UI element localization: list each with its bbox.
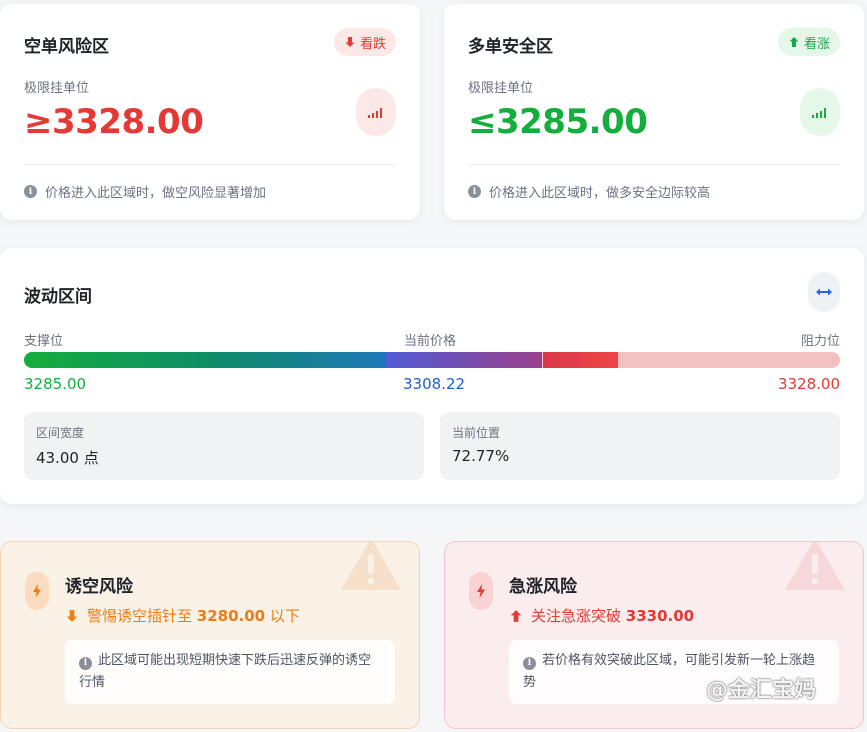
long-zone-note: i 价格进入此区域时，做多安全边际较高	[468, 182, 710, 201]
range-width-box: 区间宽度 43.00 点	[24, 412, 424, 480]
short-zone-title: 空单风险区	[24, 37, 109, 57]
current-position-label: 当前位置	[452, 426, 501, 440]
support-label: 支撑位	[24, 334, 64, 349]
short-zone-label: 极限挂单位	[24, 81, 90, 96]
range-bar-current-segment	[386, 352, 543, 368]
divider	[24, 164, 396, 165]
range-bar-resistance-segment	[543, 352, 618, 368]
range-width-value: 43.00 点	[36, 449, 99, 467]
signal-icon	[356, 88, 396, 136]
current-position-box: 当前位置 72.77%	[440, 412, 840, 480]
bear-trap-risk-card: 诱空风险 警惕诱空插针至 3280.00 以下 i 此区域可能出现短期快速下跌后迅…	[0, 541, 420, 729]
range-bar-support-segment	[24, 352, 387, 368]
sharp-rally-alert-price: 3330.00	[625, 607, 695, 625]
bear-trap-risk-alert: 警惕诱空插针至 3280.00 以下	[65, 605, 300, 626]
watermark: @金汇宝妈	[706, 678, 817, 703]
bullish-badge: 看涨	[777, 28, 840, 56]
sharp-rally-alert-prefix: 关注急涨突破	[531, 607, 622, 625]
arrow-up-icon	[789, 37, 799, 47]
info-icon: i	[79, 656, 92, 670]
resistance-value: 3328.00	[777, 375, 840, 393]
short-risk-zone-card: 空单风险区 看跌 极限挂单位 ≥3328.00 i 价格进入此区域时，做空风险显…	[0, 4, 420, 220]
divider	[468, 164, 840, 165]
short-zone-note: i 价格进入此区域时，做空风险显著增加	[24, 182, 266, 201]
swap-horizontal-icon	[816, 288, 832, 296]
bear-trap-alert-prefix: 警惕诱空插针至	[87, 607, 193, 625]
info-icon: i	[523, 656, 536, 670]
short-zone-note-text: 价格进入此区域时，做空风险显著增加	[45, 186, 267, 201]
arrow-down-icon	[66, 609, 78, 622]
bear-trap-alert-suffix: 以下	[269, 607, 300, 625]
short-zone-price: ≥3328.00	[24, 102, 204, 142]
long-zone-title: 多单安全区	[468, 37, 553, 57]
signal-icon	[800, 88, 840, 136]
info-icon: i	[24, 185, 37, 198]
bear-trap-risk-title: 诱空风险	[65, 577, 133, 597]
resistance-label: 阻力位	[800, 334, 840, 349]
long-safe-zone-card: 多单安全区 看涨 极限挂单位 ≤3285.00 i 价格进入此区域时，做多安全边…	[444, 4, 864, 220]
bearish-badge-label: 看跌	[359, 36, 386, 52]
arrow-up-icon	[510, 609, 522, 622]
current-position-value: 72.77%	[452, 447, 510, 465]
sharp-rally-risk-alert: 关注急涨突破 3330.00	[509, 605, 694, 626]
warning-icon	[785, 542, 845, 590]
range-progress-bar	[24, 352, 840, 368]
current-price-value: 3308.22	[403, 375, 466, 393]
bearish-badge: 看跌	[333, 28, 396, 56]
bear-trap-alert-price: 3280.00	[196, 607, 266, 625]
range-width-label: 区间宽度	[36, 426, 85, 440]
bear-trap-note-text: 此区域可能出现短期快速下跌后迅速反弹的诱空行情	[79, 653, 372, 690]
support-value: 3285.00	[24, 375, 87, 393]
warning-icon	[341, 542, 401, 590]
bullish-badge-label: 看涨	[803, 36, 830, 52]
arrow-down-icon	[345, 37, 355, 47]
swap-horizontal-button[interactable]	[808, 272, 840, 312]
info-icon: i	[468, 185, 481, 198]
current-price-label: 当前价格	[404, 334, 457, 349]
bear-trap-risk-note: i 此区域可能出现短期快速下跌后迅速反弹的诱空行情	[65, 640, 395, 704]
sharp-rally-risk-title: 急涨风险	[509, 577, 577, 597]
lightning-icon	[469, 572, 493, 610]
range-title: 波动区间	[24, 287, 92, 307]
long-zone-price: ≤3285.00	[468, 102, 648, 142]
long-zone-label: 极限挂单位	[468, 81, 534, 96]
lightning-icon	[25, 572, 49, 610]
long-zone-note-text: 价格进入此区域时，做多安全边际较高	[489, 186, 711, 201]
